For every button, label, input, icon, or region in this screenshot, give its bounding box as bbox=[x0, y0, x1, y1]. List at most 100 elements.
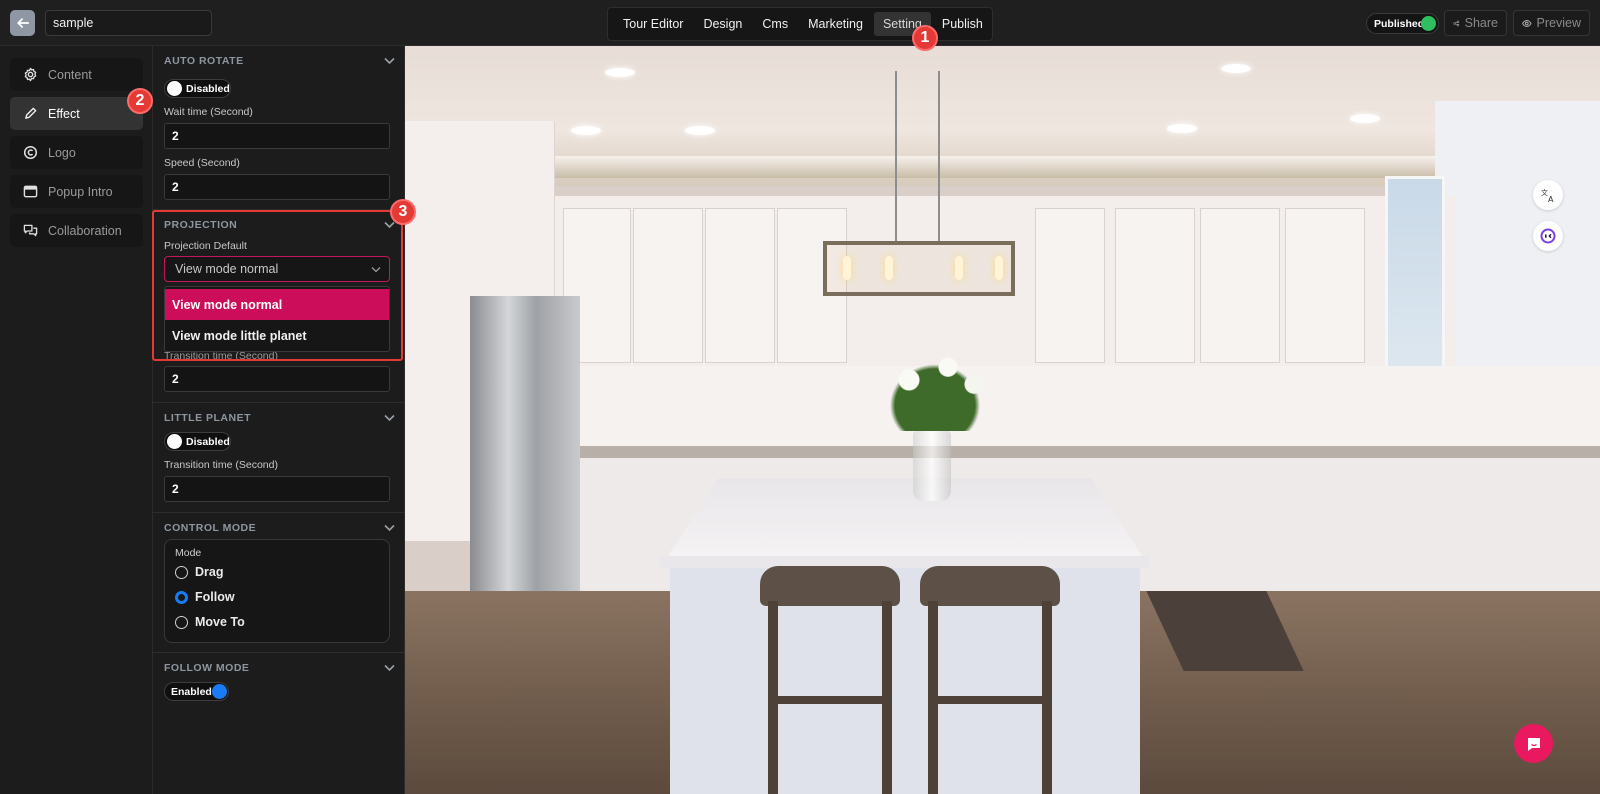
sidebar-item-label: Content bbox=[48, 67, 92, 82]
scene-bulb bbox=[995, 256, 1003, 280]
scene-pendant-wire bbox=[938, 71, 940, 241]
pencil-icon bbox=[25, 107, 37, 119]
toggle-label: Disabled bbox=[186, 435, 230, 448]
scene-cabinet-door bbox=[1035, 208, 1105, 363]
annotation-marker-1: 1 bbox=[912, 25, 938, 51]
scene-backsplash bbox=[575, 366, 1600, 451]
radio-drag[interactable]: Drag bbox=[175, 565, 223, 579]
tab-cms[interactable]: Cms bbox=[753, 12, 797, 36]
section-title: PROJECTION bbox=[164, 219, 238, 231]
radio-label: Follow bbox=[195, 590, 235, 604]
transition-time-input[interactable] bbox=[164, 476, 390, 502]
top-bar: Tour Editor Design Cms Marketing Setting… bbox=[0, 0, 1600, 46]
chevron-down-icon[interactable] bbox=[384, 664, 395, 672]
chat-icon bbox=[1527, 737, 1540, 751]
tab-design[interactable]: Design bbox=[694, 12, 751, 36]
radio-move-to[interactable]: Move To bbox=[175, 615, 245, 629]
little-planet-toggle[interactable]: Disabled bbox=[164, 432, 231, 451]
dropdown-option-little-planet[interactable]: View mode little planet bbox=[165, 320, 389, 351]
back-button[interactable] bbox=[10, 10, 35, 36]
assistant-button[interactable] bbox=[1533, 221, 1563, 251]
sidebar-item-label: Collaboration bbox=[48, 223, 122, 238]
gear-icon bbox=[24, 67, 37, 82]
published-label: Published bbox=[1374, 17, 1425, 30]
chevron-down-icon[interactable] bbox=[384, 524, 395, 532]
scene-cabinet-door bbox=[1200, 208, 1280, 363]
scene-bar-stool bbox=[760, 566, 900, 794]
translate-button[interactable]: 文A bbox=[1533, 180, 1563, 210]
sidebar-item-logo[interactable]: Logo bbox=[10, 136, 143, 169]
wait-time-input[interactable] bbox=[164, 123, 390, 149]
sidebar-item-label: Effect bbox=[48, 106, 80, 121]
preview-label: Preview bbox=[1536, 16, 1581, 30]
scene-pendant-light bbox=[823, 241, 1015, 296]
scene-bulb bbox=[955, 256, 963, 280]
assistant-icon bbox=[1540, 228, 1556, 244]
chat-bubbles-icon bbox=[23, 224, 38, 237]
preview-button[interactable]: Preview bbox=[1513, 10, 1590, 36]
radio-follow[interactable]: Follow bbox=[175, 590, 235, 604]
chevron-down-icon[interactable] bbox=[384, 57, 395, 65]
share-button[interactable]: Share bbox=[1444, 10, 1507, 36]
projection-transition-input[interactable] bbox=[164, 366, 390, 392]
tab-publish[interactable]: Publish bbox=[933, 12, 992, 36]
chevron-down-icon[interactable] bbox=[384, 414, 395, 422]
annotation-marker-2: 2 bbox=[127, 88, 153, 114]
tab-tour-editor[interactable]: Tour Editor bbox=[614, 12, 692, 36]
radio-button[interactable] bbox=[175, 615, 188, 629]
eye-icon bbox=[1522, 19, 1532, 27]
scene-refrigerator bbox=[470, 296, 580, 626]
scene-cabinet-door bbox=[1115, 208, 1195, 363]
published-toggle[interactable]: Published bbox=[1366, 13, 1439, 34]
radio-group-label: Mode bbox=[175, 547, 202, 559]
scene-countertop bbox=[575, 446, 1600, 458]
copyright-icon bbox=[23, 145, 38, 160]
scene-pendant-wire bbox=[895, 71, 897, 241]
section-title: AUTO ROTATE bbox=[164, 55, 244, 67]
chevron-down-icon[interactable] bbox=[384, 221, 395, 229]
annotation-marker-3: 3 bbox=[390, 199, 416, 225]
select-value: View mode normal bbox=[175, 262, 279, 276]
sidebar-item-content[interactable]: Content bbox=[10, 58, 143, 91]
tab-marketing[interactable]: Marketing bbox=[799, 12, 872, 36]
dropdown-option-normal[interactable]: View mode normal bbox=[165, 289, 389, 320]
window-icon bbox=[23, 185, 38, 198]
scene-cabinet-door bbox=[633, 208, 703, 363]
scene-ceiling-light bbox=[1221, 64, 1251, 73]
svg-text:文: 文 bbox=[1541, 188, 1548, 197]
sidebar-item-collaboration[interactable]: Collaboration bbox=[10, 214, 143, 247]
radio-button[interactable] bbox=[175, 565, 188, 579]
translate-icon: 文A bbox=[1541, 188, 1554, 203]
scene-right-cabinet bbox=[1435, 101, 1600, 401]
sidebar-item-popup-intro[interactable]: Popup Intro bbox=[10, 175, 143, 208]
toggle-knob bbox=[167, 81, 182, 96]
little-planet-section: LITTLE PLANET Disabled Transition time (… bbox=[153, 402, 405, 512]
scene-ceiling-light bbox=[605, 68, 635, 77]
control-mode-radio-group: Mode Drag Follow Move To bbox=[164, 539, 390, 643]
svg-text:A: A bbox=[1548, 195, 1554, 203]
scene-vase bbox=[913, 431, 951, 501]
panorama-viewer[interactable]: 文A bbox=[405, 46, 1600, 794]
auto-rotate-toggle[interactable]: Disabled bbox=[164, 79, 231, 98]
scene-bar-stool bbox=[920, 566, 1060, 794]
chevron-down-icon bbox=[371, 267, 381, 273]
chat-button[interactable] bbox=[1514, 724, 1553, 763]
share-label: Share bbox=[1464, 16, 1498, 30]
toggle-label: Enabled bbox=[171, 685, 212, 698]
radio-label: Move To bbox=[195, 615, 245, 629]
toggle-label: Disabled bbox=[186, 82, 230, 95]
project-name-input[interactable] bbox=[45, 10, 212, 36]
speed-label: Speed (Second) bbox=[164, 157, 240, 169]
sidebar-item-label: Logo bbox=[48, 145, 76, 160]
radio-button[interactable] bbox=[175, 590, 188, 604]
control-mode-section: CONTROL MODE Mode Drag Follow Move To bbox=[153, 512, 405, 652]
scene-flowers bbox=[870, 346, 1000, 431]
sidebar-item-effect[interactable]: Effect bbox=[10, 97, 143, 130]
projection-dropdown-menu: View mode normal View mode little planet bbox=[164, 286, 390, 352]
section-title: FOLLOW MODE bbox=[164, 662, 250, 674]
speed-input[interactable] bbox=[164, 174, 390, 200]
scene-ceiling-light bbox=[685, 126, 715, 135]
follow-mode-toggle[interactable]: Enabled bbox=[164, 682, 229, 701]
projection-default-select[interactable]: View mode normal bbox=[164, 256, 390, 282]
projection-default-label: Projection Default bbox=[164, 240, 247, 252]
